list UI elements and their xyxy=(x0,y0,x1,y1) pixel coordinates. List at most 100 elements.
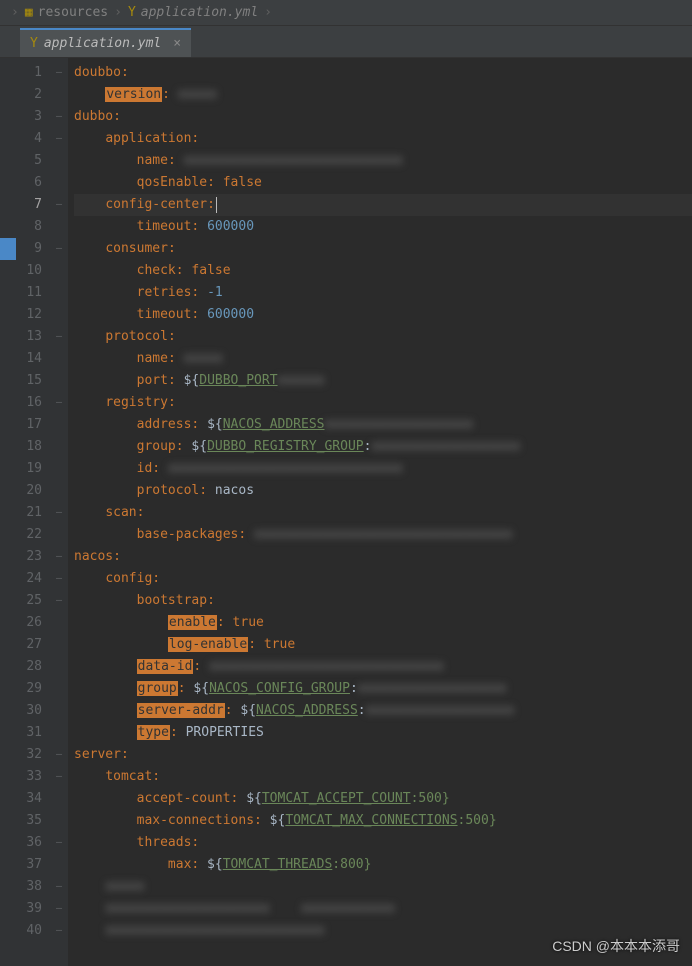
code-line[interactable]: port: ${DUBBO_PORTxxxxxx xyxy=(74,370,692,392)
token-colon: : xyxy=(152,461,160,476)
token-colon: : xyxy=(176,263,184,278)
line-marker[interactable] xyxy=(0,238,16,260)
code-line[interactable]: accept-count: ${TOMCAT_ACCEPT_COUNT:500} xyxy=(74,788,692,810)
token-colon: : xyxy=(168,351,176,366)
fold-marker[interactable]: – xyxy=(50,62,68,84)
fold-marker[interactable]: – xyxy=(50,568,68,590)
code-line[interactable]: name: xxxxxxxxxxxxxxxxxxxxxxxxxxxx xyxy=(74,150,692,172)
code-line[interactable]: name: xxxxx xyxy=(74,348,692,370)
code-line[interactable]: base-packages: xxxxxxxxxxxxxxxxxxxxxxxxx… xyxy=(74,524,692,546)
code-line[interactable]: xxxxxxxxxxxxxxxxxxxxx xxxxxxxxxxxx xyxy=(74,898,692,920)
line-number: 35 xyxy=(0,810,42,832)
code-line[interactable]: config-center: xyxy=(74,194,692,216)
token-blur: xxxxxxxxxxxxxxxxxxxxx xxxxxxxxxxxx xyxy=(105,901,395,916)
token-var: DUBBO_REGISTRY_GROUP xyxy=(207,439,364,454)
token-key-sel: type xyxy=(137,725,170,740)
token-default: :500} xyxy=(411,791,450,806)
code-line[interactable]: server-addr: ${NACOS_ADDRESS:xxxxxxxxxxx… xyxy=(74,700,692,722)
code-line[interactable]: bootstrap: xyxy=(74,590,692,612)
token-plain xyxy=(215,175,223,190)
chevron-icon: › xyxy=(264,5,272,20)
breadcrumb-folder[interactable]: resources xyxy=(38,5,108,20)
token-blur: xxxxx xyxy=(105,879,144,894)
fold-marker xyxy=(50,700,68,722)
code-line[interactable]: group: ${DUBBO_REGISTRY_GROUP:xxxxxxxxxx… xyxy=(74,436,692,458)
code-line[interactable]: application: xyxy=(74,128,692,150)
code-line[interactable]: registry: xyxy=(74,392,692,414)
code-line[interactable]: dubbo: xyxy=(74,106,692,128)
line-number: 15 xyxy=(0,370,42,392)
fold-marker[interactable]: – xyxy=(50,898,68,920)
fold-marker[interactable]: – xyxy=(50,502,68,524)
breadcrumb-file[interactable]: application.yml xyxy=(141,5,258,20)
fold-marker[interactable]: – xyxy=(50,128,68,150)
fold-marker[interactable]: – xyxy=(50,194,68,216)
fold-marker[interactable]: – xyxy=(50,744,68,766)
code-line[interactable]: tomcat: xyxy=(74,766,692,788)
line-number: 36 xyxy=(0,832,42,854)
code-line[interactable]: enable: true xyxy=(74,612,692,634)
fold-marker xyxy=(50,216,68,238)
code-line[interactable]: server: xyxy=(74,744,692,766)
code-line[interactable]: timeout: 600000 xyxy=(74,216,692,238)
close-icon[interactable]: × xyxy=(173,36,181,51)
code-line[interactable]: data-id: xxxxxxxxxxxxxxxxxxxxxxxxxxxxxx xyxy=(74,656,692,678)
token-key: check xyxy=(137,263,176,278)
code-line[interactable]: id: xxxxxxxxxxxxxxxxxxxxxxxxxxxxxx xyxy=(74,458,692,480)
code-line[interactable]: qosEnable: false xyxy=(74,172,692,194)
fold-marker[interactable]: – xyxy=(50,392,68,414)
line-number: 1 xyxy=(0,62,42,84)
fold-marker[interactable]: – xyxy=(50,766,68,788)
code-line[interactable]: scan: xyxy=(74,502,692,524)
token-str: nacos xyxy=(215,483,254,498)
token-default: :800} xyxy=(332,857,371,872)
code-area[interactable]: doubbo: version: xxxxxdubbo: application… xyxy=(68,58,692,966)
token-num: 600000 xyxy=(207,219,254,234)
token-plain xyxy=(178,725,186,740)
token-plain xyxy=(176,351,184,366)
fold-marker[interactable]: – xyxy=(50,326,68,348)
code-editor[interactable]: 1234567891011121314151617181920212223242… xyxy=(0,58,692,966)
token-key: address xyxy=(137,417,192,432)
token-plain: ${ xyxy=(186,681,209,696)
code-line[interactable]: version: xxxxx xyxy=(74,84,692,106)
token-key-sel: version xyxy=(105,87,162,102)
line-number: 3 xyxy=(0,106,42,128)
token-blur: xxxxxxxxxxxxxxxxxxxxxxxxxxxx xyxy=(184,153,403,168)
fold-marker[interactable]: – xyxy=(50,876,68,898)
editor-tabs: Y application.yml × xyxy=(0,26,692,58)
fold-marker[interactable]: – xyxy=(50,106,68,128)
text-cursor xyxy=(216,197,217,213)
fold-marker[interactable]: – xyxy=(50,920,68,942)
code-line[interactable]: retries: -1 xyxy=(74,282,692,304)
line-number: 16 xyxy=(0,392,42,414)
fold-marker[interactable]: – xyxy=(50,238,68,260)
line-number: 21 xyxy=(0,502,42,524)
code-line[interactable]: max-connections: ${TOMCAT_MAX_CONNECTION… xyxy=(74,810,692,832)
code-line[interactable]: max: ${TOMCAT_THREADS:800} xyxy=(74,854,692,876)
code-line[interactable]: consumer: xyxy=(74,238,692,260)
code-line[interactable]: group: ${NACOS_CONFIG_GROUP:xxxxxxxxxxxx… xyxy=(74,678,692,700)
fold-marker[interactable]: – xyxy=(50,832,68,854)
fold-marker[interactable]: – xyxy=(50,590,68,612)
code-line[interactable]: type: PROPERTIES xyxy=(74,722,692,744)
token-blur: xxxxxxxxxxxxxxxxxxx xyxy=(324,417,473,432)
code-line[interactable]: protocol: nacos xyxy=(74,480,692,502)
code-line[interactable]: log-enable: true xyxy=(74,634,692,656)
token-key: max-connections xyxy=(137,813,254,828)
code-line[interactable]: threads: xyxy=(74,832,692,854)
code-line[interactable]: doubbo: xyxy=(74,62,692,84)
code-line[interactable]: config: xyxy=(74,568,692,590)
code-line[interactable]: timeout: 600000 xyxy=(74,304,692,326)
code-line[interactable]: protocol: xyxy=(74,326,692,348)
fold-marker[interactable]: – xyxy=(50,546,68,568)
code-line[interactable]: address: ${NACOS_ADDRESSxxxxxxxxxxxxxxxx… xyxy=(74,414,692,436)
token-num: -1 xyxy=(207,285,223,300)
code-line[interactable]: check: false xyxy=(74,260,692,282)
tab-application-yml[interactable]: Y application.yml × xyxy=(20,28,191,57)
code-line[interactable]: xxxxx xyxy=(74,876,692,898)
token-plain xyxy=(176,153,184,168)
token-plain: ${ xyxy=(184,439,207,454)
fold-column[interactable]: ––––––––––––––––– xyxy=(50,58,68,966)
code-line[interactable]: nacos: xyxy=(74,546,692,568)
